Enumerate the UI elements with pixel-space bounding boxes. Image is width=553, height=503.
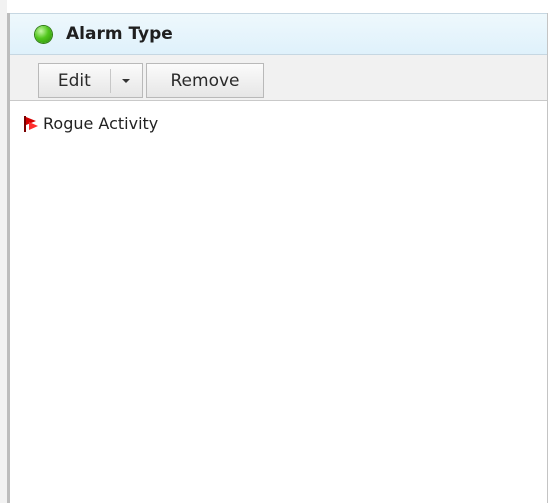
remove-button[interactable]: Remove xyxy=(146,63,264,98)
alarm-type-list: Rogue Activity xyxy=(10,101,547,503)
list-item[interactable]: Rogue Activity xyxy=(23,114,158,133)
list-item-label: Rogue Activity xyxy=(43,114,159,133)
edit-button[interactable]: Edit xyxy=(39,71,110,91)
left-border-strip xyxy=(0,0,7,503)
edit-split-button[interactable]: Edit xyxy=(38,63,143,98)
panel-header: Alarm Type xyxy=(10,13,547,55)
panel-title: Alarm Type xyxy=(66,24,173,44)
alarm-type-panel: Alarm Type Edit Remove Rogue Activity xyxy=(7,13,548,503)
toolbar: Edit Remove xyxy=(10,55,547,101)
chevron-down-icon[interactable] xyxy=(111,78,142,83)
status-indicator-icon xyxy=(35,25,52,43)
red-flag-icon xyxy=(24,115,38,132)
